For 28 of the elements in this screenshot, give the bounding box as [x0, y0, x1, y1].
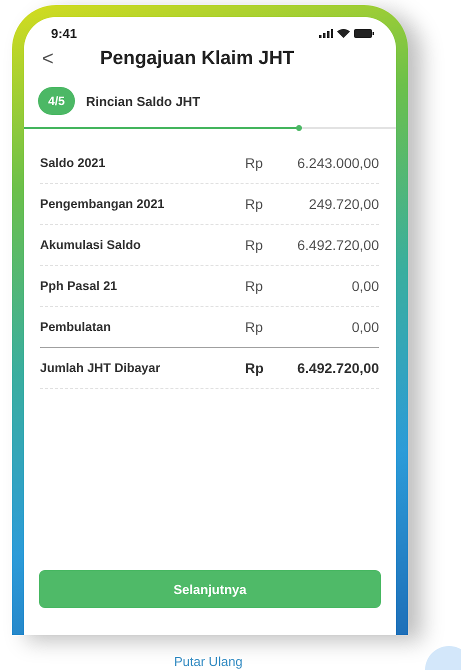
signal-icon	[319, 28, 333, 38]
total-label: Jumlah JHT Dibayar	[40, 361, 162, 375]
currency-label: Rp	[245, 319, 264, 335]
row-label: Pembulatan	[40, 320, 112, 334]
battery-icon	[354, 28, 374, 38]
row-label: Pengembangan 2021	[40, 197, 166, 211]
total-amount: 6.492.720,00	[296, 360, 379, 376]
step-title: Rincian Saldo JHT	[86, 94, 200, 108]
amount-value: 0,00	[350, 278, 379, 294]
currency-label: Rp	[245, 360, 265, 376]
next-button[interactable]: Selanjutnya	[39, 570, 381, 608]
status-time: 9:41	[51, 26, 78, 40]
step-badge: 4/5	[38, 87, 75, 115]
currency-label: Rp	[245, 196, 264, 212]
currency-label: Rp	[245, 278, 264, 294]
wifi-icon	[337, 28, 350, 38]
amount-value: 6.243.000,00	[296, 155, 379, 171]
row-label: Akumulasi Saldo	[40, 238, 142, 252]
amount-value: 0,00	[350, 319, 379, 335]
back-button[interactable]: <	[42, 48, 100, 70]
page-title: Pengajuan Klaim JHT	[100, 48, 294, 70]
amount-value: 249.720,00	[308, 196, 379, 212]
amount-value: 6.492.720,00	[296, 237, 379, 253]
row-label: Pph Pasal 21	[40, 279, 118, 293]
currency-label: Rp	[245, 155, 264, 171]
row-label: Saldo 2021	[40, 156, 106, 170]
replay-link[interactable]: Putar Ulang	[174, 654, 243, 669]
currency-label: Rp	[245, 237, 264, 253]
